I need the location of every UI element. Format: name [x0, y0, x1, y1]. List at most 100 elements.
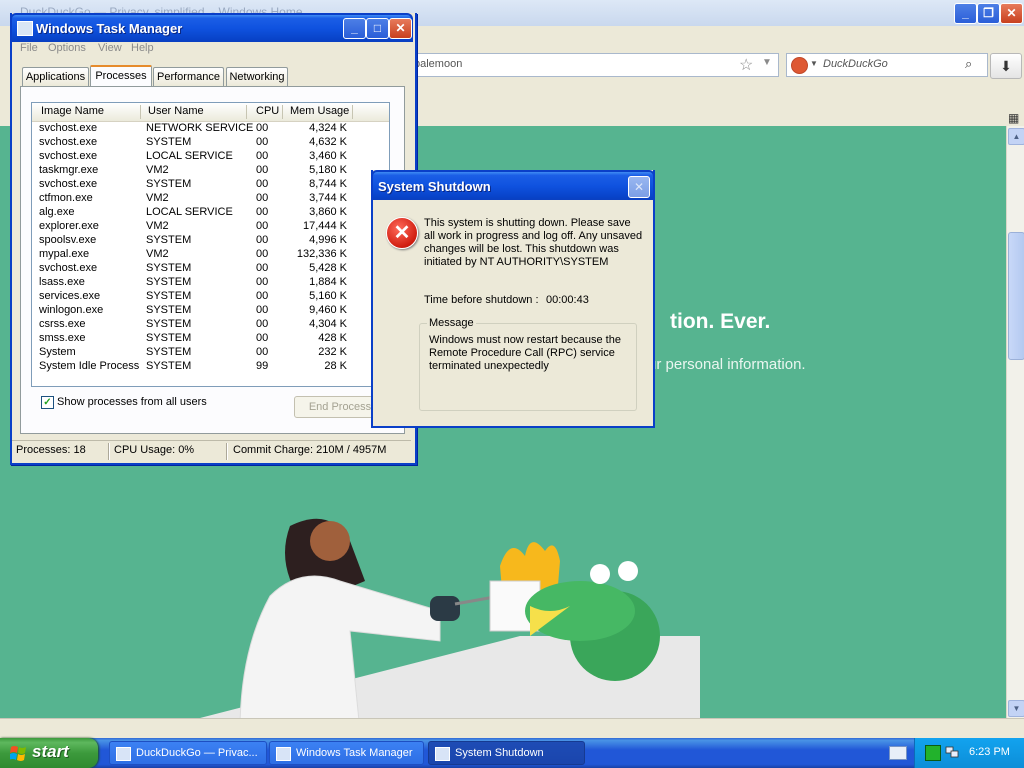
process-cpu: 00 — [256, 304, 269, 316]
task-manager-status-bar: Processes: 18 CPU Usage: 0% Commit Charg… — [12, 440, 411, 462]
column-image-name[interactable]: Image Name — [41, 105, 104, 117]
browser-minimize-button[interactable]: _ — [954, 3, 977, 24]
process-mem-usage: 5,428 K — [309, 262, 347, 274]
taskbar-button-label: System Shutdown — [455, 747, 544, 759]
process-row[interactable]: explorer.exe VM2 00 17,444 K — [32, 220, 389, 234]
scrollbar-thumb[interactable] — [1008, 232, 1024, 360]
process-user-name: VM2 — [146, 248, 169, 260]
hero-subtext: ur personal information. — [648, 356, 806, 373]
taskbar-button-task-manager[interactable]: Windows Task Manager — [269, 741, 424, 765]
process-cpu: 00 — [256, 234, 269, 246]
tab-networking[interactable]: Networking — [226, 67, 288, 86]
network-icon[interactable] — [945, 745, 959, 759]
task-manager-title-bar[interactable]: Windows Task Manager _ □ ✕ — [10, 13, 413, 42]
process-row[interactable]: svchost.exe LOCAL SERVICE 00 3,460 K — [32, 150, 389, 164]
taskbar-button-browser[interactable]: DuckDuckGo — Privac... — [109, 741, 267, 765]
process-mem-usage: 17,444 K — [302, 220, 347, 232]
shutdown-title-bar[interactable]: System Shutdown ✕ — [371, 170, 655, 200]
system-tray: 6:23 PM — [889, 738, 1024, 768]
tab-processes[interactable]: Processes — [90, 65, 152, 86]
show-all-users-label[interactable]: Show processes from all users — [57, 396, 207, 408]
process-mem-usage: 4,996 K — [309, 234, 347, 246]
close-button[interactable]: ✕ — [389, 18, 412, 39]
process-image-name: svchost.exe — [39, 136, 98, 148]
download-button[interactable]: ⬇ — [990, 53, 1022, 79]
process-image-name: mypal.exe — [39, 248, 90, 260]
scroll-up-button[interactable]: ▲ — [1008, 128, 1024, 145]
menu-help[interactable]: Help — [131, 42, 154, 54]
process-cpu: 00 — [256, 248, 269, 260]
process-row[interactable]: taskmgr.exe VM2 00 5,180 K — [32, 164, 389, 178]
process-row[interactable]: svchost.exe SYSTEM 00 8,744 K — [32, 178, 389, 192]
process-row[interactable]: System Idle Process SYSTEM 99 28 K — [32, 360, 389, 374]
start-button[interactable]: start — [0, 738, 98, 768]
process-user-name: SYSTEM — [146, 360, 192, 372]
process-image-name: spoolsv.exe — [39, 234, 97, 246]
hero-heading: tion. Ever. — [670, 310, 771, 333]
tab-applications[interactable]: Applications — [22, 67, 89, 86]
column-mem-usage[interactable]: Mem Usage — [290, 105, 349, 117]
tab-performance[interactable]: Performance — [153, 67, 224, 86]
process-row[interactable]: smss.exe SYSTEM 00 428 K — [32, 332, 389, 346]
process-cpu: 00 — [256, 150, 269, 162]
process-user-name: SYSTEM — [146, 136, 192, 148]
page-scrollbar[interactable]: ▲ ▼ — [1006, 126, 1024, 718]
minimize-button[interactable]: _ — [343, 18, 366, 39]
process-mem-usage: 4,324 K — [309, 122, 347, 134]
column-user-name[interactable]: User Name — [148, 105, 204, 117]
process-user-name: SYSTEM — [146, 262, 192, 274]
process-row[interactable]: svchost.exe NETWORK SERVICE 00 4,324 K — [32, 122, 389, 136]
process-cpu: 00 — [256, 192, 269, 204]
maximize-button[interactable]: □ — [366, 18, 389, 39]
process-row[interactable]: lsass.exe SYSTEM 00 1,884 K — [32, 276, 389, 290]
process-row[interactable]: winlogon.exe SYSTEM 00 9,460 K — [32, 304, 389, 318]
process-image-name: System — [39, 346, 76, 358]
process-cpu: 00 — [256, 346, 269, 358]
process-row[interactable]: System SYSTEM 00 232 K — [32, 346, 389, 360]
process-row[interactable]: ctfmon.exe VM2 00 3,744 K — [32, 192, 389, 206]
process-user-name: SYSTEM — [146, 178, 192, 190]
process-row[interactable]: svchost.exe SYSTEM 00 4,632 K — [32, 136, 389, 150]
browser-restore-button[interactable]: ❐ — [977, 3, 1000, 24]
bookmark-star-icon[interactable]: ☆ — [739, 55, 753, 75]
process-user-name: LOCAL SERVICE — [146, 206, 233, 218]
menu-options[interactable]: Options — [48, 42, 86, 54]
address-bar[interactable]: palemoon ☆ ▼ — [405, 53, 779, 77]
tray-app-icon[interactable] — [925, 745, 941, 761]
process-user-name: NETWORK SERVICE — [146, 122, 254, 134]
process-row[interactable]: alg.exe LOCAL SERVICE 00 3,860 K — [32, 206, 389, 220]
search-engine-dropdown-icon[interactable]: ▼ — [810, 59, 818, 68]
process-row[interactable]: services.exe SYSTEM 00 5,160 K — [32, 290, 389, 304]
process-list[interactable]: Image Name User Name CPU Mem Usage svcho… — [31, 102, 390, 387]
duckduckgo-icon — [116, 747, 131, 761]
keyboard-icon[interactable] — [889, 746, 907, 760]
chevron-down-icon[interactable]: ▼ — [762, 57, 772, 68]
process-row[interactable]: csrss.exe SYSTEM 00 4,304 K — [32, 318, 389, 332]
process-image-name: winlogon.exe — [39, 304, 104, 316]
menu-grid-icon[interactable]: ▦ — [1008, 111, 1019, 125]
column-cpu[interactable]: CPU — [256, 105, 279, 117]
search-box[interactable]: ▼ DuckDuckGo ⌕ — [786, 53, 988, 77]
process-row[interactable]: spoolsv.exe SYSTEM 00 4,996 K — [32, 234, 389, 248]
clock[interactable]: 6:23 PM — [969, 746, 1010, 758]
browser-close-button[interactable]: ✕ — [1000, 3, 1023, 24]
show-all-users-checkbox[interactable]: ✓ — [41, 396, 54, 409]
process-mem-usage: 132,336 K — [296, 248, 347, 260]
task-manager-menu-bar: File Options View Help — [12, 40, 411, 58]
menu-file[interactable]: File — [20, 42, 38, 54]
process-cpu: 00 — [256, 318, 269, 330]
process-row[interactable]: svchost.exe SYSTEM 00 5,428 K — [32, 262, 389, 276]
menu-view[interactable]: View — [98, 42, 122, 54]
scroll-down-button[interactable]: ▼ — [1008, 700, 1024, 717]
search-icon[interactable]: ⌕ — [965, 56, 972, 72]
taskbar-button-system-shutdown[interactable]: System Shutdown — [428, 741, 585, 765]
taskbar-button-label: Windows Task Manager — [296, 747, 413, 759]
process-user-name: SYSTEM — [146, 332, 192, 344]
duckduckgo-logo-icon — [791, 57, 808, 74]
process-image-name: svchost.exe — [39, 178, 98, 190]
process-image-name: lsass.exe — [39, 276, 85, 288]
process-row[interactable]: mypal.exe VM2 00 132,336 K — [32, 248, 389, 262]
taskbar: start DuckDuckGo — Privac... Windows Tas… — [0, 738, 1024, 768]
process-cpu: 99 — [256, 360, 269, 372]
process-image-name: csrss.exe — [39, 318, 86, 330]
